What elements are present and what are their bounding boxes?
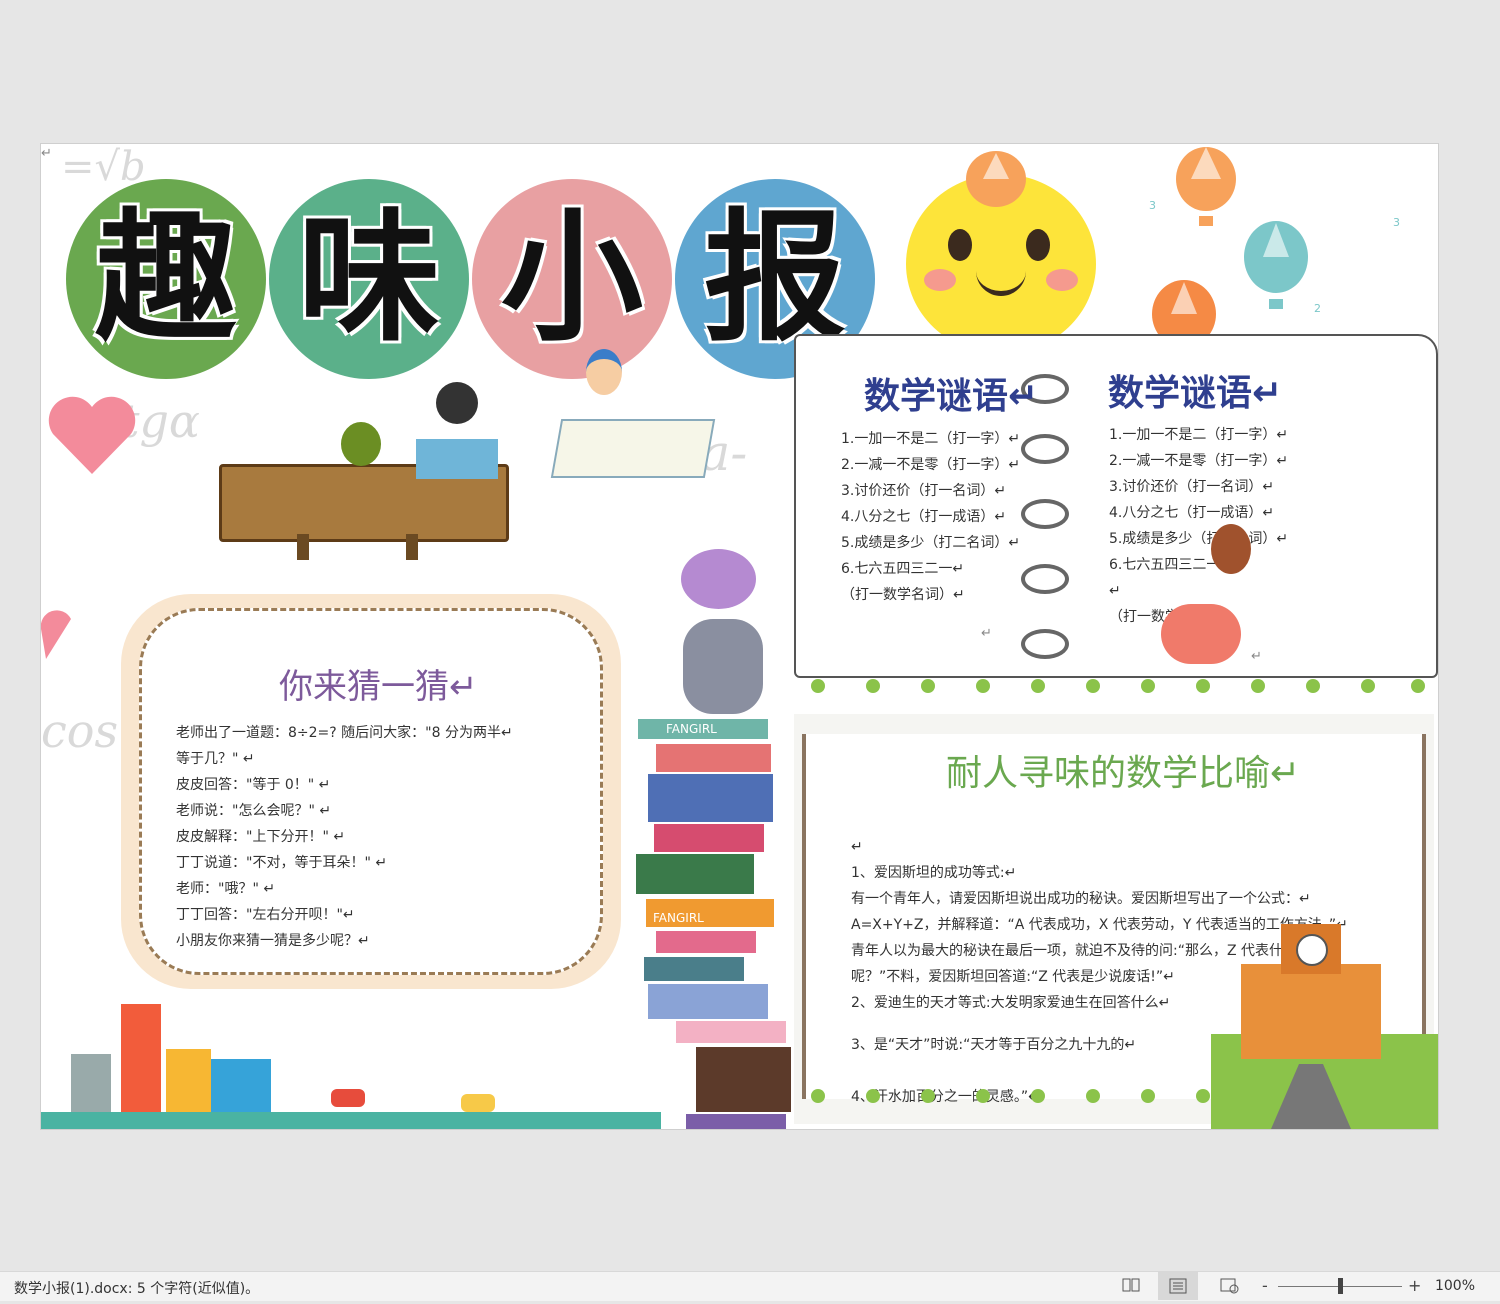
riddle-item: 4.八分之七（打一成语）↵ [841,509,1007,525]
riddle-title-left: 数学谜语↵ [864,376,1039,417]
web-layout-icon[interactable] [1218,1275,1240,1295]
guess-line: 皮皮解释："上下分开！" ↵ [176,829,346,845]
bg-math-doodle: =√b [61,144,146,190]
riddle-item: 2.一减一不是零（打一字）↵ [841,457,1021,473]
riddle-list-left: 1.一加一不是二（打一字）↵ 2.一减一不是零（打一字）↵ 3.讨价还价（打一名… [841,426,1020,608]
print-layout-icon[interactable] [1158,1272,1198,1300]
riddle-item: 1.一加一不是二（打一字）↵ [841,431,1021,447]
metaphor-line: 有一个青年人，请爱因斯坦说出成功的秘诀。爱因斯坦写出了一个公式：↵ [851,891,1311,907]
guess-line: 等于几？" ↵ [176,751,255,767]
bg-math-doodle: cos [41,704,119,758]
balloon-number: 2 [1314,302,1321,315]
book-stack-small [416,439,498,479]
metaphor-title: 耐人寻味的数学比喻↵ [946,753,1301,794]
riddle-item: 5.成绩是多少（打二名词）↵ [841,535,1021,551]
balloon-decoration [966,151,1026,207]
riddle-item: 3.讨价还价（打一名词）↵ [1109,479,1275,495]
zoom-in-button[interactable]: + [1408,1276,1421,1295]
guess-line: 皮皮回答："等于 0！" ↵ [176,777,331,793]
title-circle-3: 小 [472,179,672,379]
paragraph-mark: ↵ [1251,649,1262,664]
boy-with-pencil-illustration [586,349,622,395]
riddle-item: 3.讨价还价（打一名词）↵ [841,483,1007,499]
title-circle-1: 趣 [66,179,266,379]
balloon-decoration [1176,147,1236,226]
paragraph-mark: ↵ [41,146,52,161]
read-mode-icon[interactable] [1120,1275,1142,1295]
notebook-ring [1021,434,1069,464]
owl-illustration [341,422,381,466]
riddle-item: 6.七六五四三二一↵ [841,561,965,577]
title-char: 报 [704,196,846,361]
paragraph-mark: ↵ [981,626,992,641]
guess-text: 老师出了一道题：8÷2=? 随后问大家："8 分为两半↵ 等于几？" ↵ 皮皮回… [176,720,513,954]
guess-line: 老师说："怎么会呢？" ↵ [176,803,332,819]
guess-line: 老师出了一道题：8÷2=? 随后问大家："8 分为两半↵ [176,725,513,741]
school-building-illustration [1211,914,1438,1129]
boy-reading-illustration [436,382,478,424]
sign-post [406,534,418,560]
notebook-ring [1021,629,1069,659]
title-circle-2: 味 [269,179,469,379]
riddle-item: 4.八分之七（打一成语）↵ [1109,505,1275,521]
girl-reading-illustration [661,544,771,714]
title-char: 小 [501,196,643,361]
open-book-illustration [550,419,716,478]
metaphor-line: ↵ [851,839,863,855]
guess-line: 老师："哦？" ↵ [176,881,276,897]
sprout-border-bottom [801,1084,1241,1114]
zoom-out-button[interactable]: - [1262,1276,1268,1295]
city-skyline-illustration [41,994,661,1129]
status-bar: 数学小报(1).docx: 5 个字符(近似值)。 - + 100% [0,1271,1500,1301]
heart-balloon-decoration [41,610,71,659]
notebook-ring [1021,499,1069,529]
zoom-slider-thumb[interactable] [1338,1278,1343,1294]
zoom-level[interactable]: 100% [1435,1278,1475,1294]
guess-line: 丁丁说道："不对，等于耳朵！" ↵ [176,855,388,871]
metaphor-line: 1、爱因斯坦的成功等式:↵ [851,865,1017,881]
balloon-number: 3 [1393,216,1400,229]
document-info: 数学小报(1).docx: 5 个字符(近似值)。 [14,1281,260,1297]
notebook-ring [1021,564,1069,594]
balloon-decoration [1244,221,1308,309]
heart-balloon-decoration [48,396,136,474]
riddle-item: 1.一加一不是二（打一字）↵ [1109,427,1289,443]
sprout-border-top [801,674,1431,704]
title-char: 味 [298,196,440,361]
book-spine-label: FANGIRL [653,911,704,925]
document-page: =√b tgα cos α-b (a- ↵ 趣 味 小 报 3 3 2 你来猜一… [40,143,1439,1130]
sign-post [297,534,309,560]
riddle-item: （打一数学名词）↵ [841,587,965,603]
guess-line: 小朋友你来猜一猜是多少呢？↵ [176,933,370,949]
guess-title: 你来猜一猜↵ [279,667,478,707]
balloon-number: 3 [1149,199,1156,212]
sitting-girl-illustration [1141,524,1251,684]
book-spine-label: FANGIRL [666,722,717,736]
guess-line: 丁丁回答："左右分开呗！"↵ [176,907,355,923]
riddle-title-right: 数学谜语↵ [1108,373,1283,414]
title-char: 趣 [95,196,237,361]
riddle-item: 2.一减一不是零（打一字）↵ [1109,453,1289,469]
